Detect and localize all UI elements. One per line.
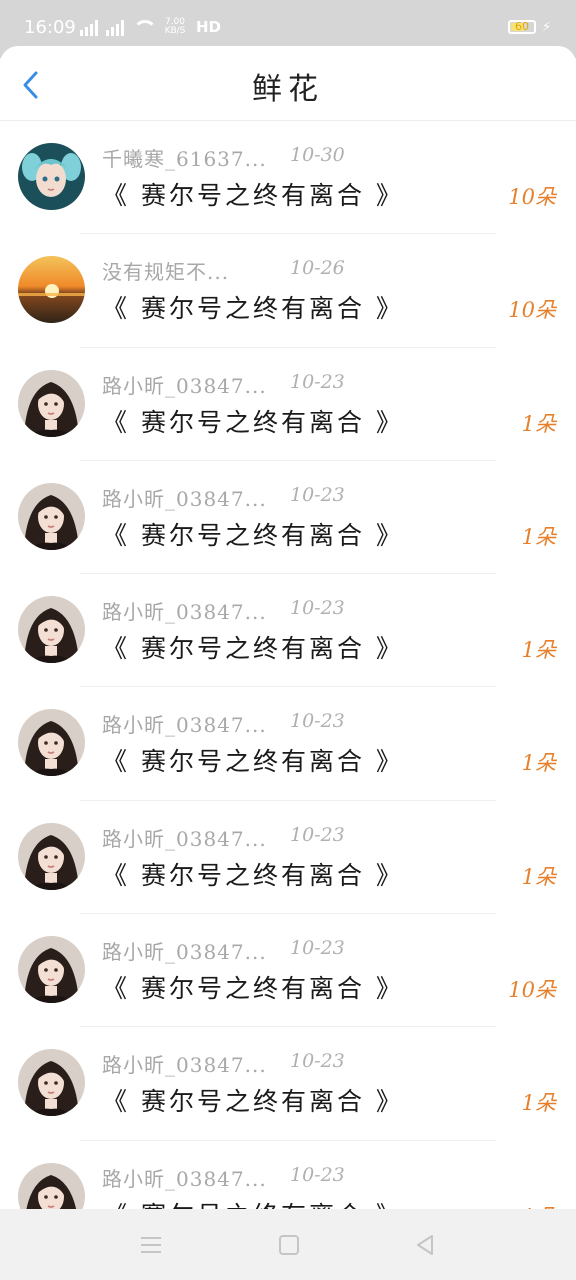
signal-icon [80, 18, 98, 36]
flower-count: 1朵 [521, 864, 556, 889]
gift-date: 10-23 [290, 937, 345, 960]
book-title: 《 赛尔号之终有离合 》 [102, 1087, 404, 1117]
list-item[interactable]: 路小昕_03847... 10-23 《 赛尔号之终有离合 》 1朵 [0, 348, 576, 461]
avatar[interactable] [18, 1049, 85, 1117]
book-title: 《 赛尔号之终有离合 》 [102, 520, 404, 550]
list-item[interactable]: 路小昕_03847... 10-23 《 赛尔号之终有离合 》 1朵 [0, 687, 576, 801]
gift-date: 10-23 [290, 823, 345, 846]
avatar[interactable] [18, 143, 85, 210]
user-name: 路小昕_03847... [102, 486, 267, 511]
book-title: 《 赛尔号之终有离合 》 [102, 407, 404, 437]
gift-date: 10-23 [290, 1050, 345, 1073]
signal-icon-2 [106, 18, 124, 36]
list-item[interactable]: 路小昕_03847... 10-23 《 赛尔号之终有离合 》 1朵 [0, 574, 576, 688]
list-item[interactable]: 没有规矩不... 10-26 《 赛尔号之终有离合 》 10朵 [0, 234, 576, 348]
user-name: 路小昕_03847... [102, 713, 267, 738]
gift-date: 10-23 [290, 483, 345, 506]
avatar[interactable] [18, 936, 85, 1004]
list-item[interactable]: 路小昕_03847... 10-23 《 赛尔号之终有离合 》 1朵 [0, 1141, 576, 1209]
gift-date: 10-23 [290, 710, 345, 733]
flower-count: 1朵 [521, 411, 556, 436]
book-title: 《 赛尔号之终有离合 》 [102, 181, 404, 210]
hd-label: HD [196, 18, 222, 36]
avatar[interactable] [18, 822, 85, 890]
back-triangle-icon[interactable] [414, 1233, 436, 1257]
book-title: 《 赛尔号之终有离合 》 [102, 974, 404, 1004]
battery-icon: 60 [508, 20, 536, 34]
gift-date: 10-26 [290, 257, 345, 280]
flower-count: 10朵 [508, 298, 556, 323]
flower-count: 1朵 [521, 638, 556, 663]
navigation-bar [0, 1209, 576, 1280]
flower-count: 10朵 [508, 185, 556, 209]
page-title: 鲜花 [252, 72, 324, 107]
user-name: 路小昕_03847... [102, 826, 267, 851]
flower-count: 1朵 [521, 524, 556, 549]
user-name: 路小昕_03847... [102, 1053, 267, 1078]
user-name: 没有规矩不... [102, 260, 230, 285]
avatar[interactable] [18, 482, 85, 550]
flower-count: 1朵 [521, 751, 556, 776]
gift-date: 10-23 [290, 597, 345, 620]
list-item[interactable]: 路小昕_03847... 10-23 《 赛尔号之终有离合 》 1朵 [0, 801, 576, 915]
header: 鲜花 [0, 46, 576, 121]
flower-list: 千曦寒_61637... 10-30 《 赛尔号之终有离合 》 10朵 没有规矩不...… [0, 121, 576, 1209]
gift-date: 10-23 [290, 370, 345, 393]
list-item[interactable]: 千曦寒_61637... 10-30 《 赛尔号之终有离合 》 10朵 [0, 121, 576, 235]
user-name: 路小昕_03847... [102, 373, 267, 398]
list-item[interactable]: 路小昕_03847... 10-23 《 赛尔号之终有离合 》 1朵 [0, 1027, 576, 1141]
network-speed: 7.00 KB/S [164, 17, 186, 36]
avatar[interactable] [18, 596, 85, 664]
gift-date: 10-23 [290, 1163, 345, 1186]
list-item[interactable]: 路小昕_03847... 10-23 《 赛尔号之终有离合 》 10朵 [0, 914, 576, 1028]
avatar[interactable] [18, 709, 85, 777]
charging-icon: ⚡ [542, 20, 552, 35]
home-icon[interactable] [279, 1235, 299, 1255]
flower-count: 1朵 [522, 1201, 556, 1209]
user-name: 路小昕_03847... [102, 600, 267, 625]
gift-date: 10-30 [290, 144, 345, 166]
book-title: 《 赛尔号之终有离合 》 [102, 294, 404, 324]
book-title: 《 赛尔号之终有离合 》 [102, 1196, 404, 1209]
list-item[interactable]: 路小昕_03847... 10-23 《 赛尔号之终有离合 》 1朵 [0, 461, 576, 575]
user-name: 千曦寒_61637... [102, 147, 267, 171]
status-time: 16:09 [24, 17, 76, 38]
flower-count: 10朵 [508, 978, 556, 1003]
avatar[interactable] [18, 369, 85, 437]
book-title: 《 赛尔号之终有离合 》 [102, 860, 404, 890]
menu-icon[interactable] [141, 1237, 161, 1253]
user-name: 路小昕_03847... [102, 1166, 267, 1191]
wifi-icon [132, 20, 154, 36]
book-title: 《 赛尔号之终有离合 》 [102, 634, 404, 664]
battery-level: 60 [515, 20, 529, 33]
flower-count: 1朵 [521, 1091, 556, 1116]
user-name: 路小昕_03847... [102, 940, 267, 965]
avatar[interactable] [18, 256, 85, 324]
book-title: 《 赛尔号之终有离合 》 [102, 747, 404, 777]
avatar[interactable] [18, 1162, 85, 1209]
status-icons: 7.00 KB/S HD [80, 18, 221, 36]
